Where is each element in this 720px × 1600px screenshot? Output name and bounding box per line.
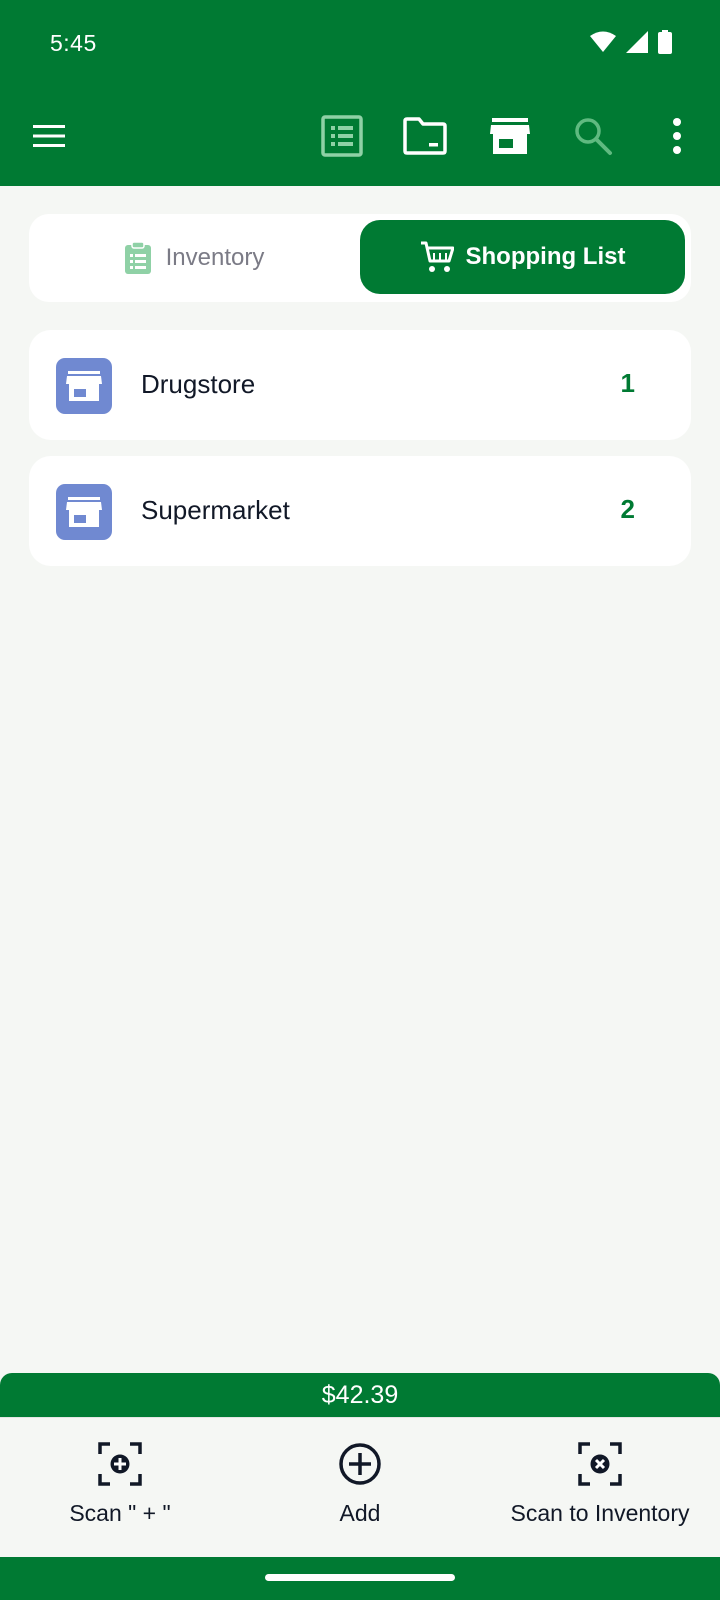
list-item[interactable]: Drugstore 1 — [29, 330, 691, 440]
tab-inventory-label: Inventory — [165, 244, 265, 271]
status-bar: 5:45 — [0, 0, 720, 88]
status-time: 5:45 — [50, 30, 97, 56]
status-icons — [590, 30, 672, 54]
store-icon[interactable] — [484, 110, 536, 162]
menu-icon[interactable] — [23, 110, 75, 162]
store-name: Supermarket — [141, 495, 290, 525]
scan-plus-button[interactable]: Scan " + " — [20, 1418, 220, 1558]
signal-icon — [626, 31, 648, 53]
add-circle-icon — [339, 1443, 381, 1485]
store-item-count: 1 — [620, 368, 635, 398]
store-name: Drugstore — [141, 369, 256, 399]
cart-icon — [420, 241, 454, 272]
scan-to-inventory-label: Scan to Inventory — [510, 1500, 690, 1526]
list-item[interactable]: Supermarket 2 — [29, 456, 691, 566]
tab-inventory[interactable]: Inventory — [29, 214, 359, 302]
tab-switcher: Inventory Shopping List — [29, 214, 691, 302]
scan-add-icon — [98, 1442, 142, 1486]
battery-icon — [658, 30, 672, 54]
store-item-count: 2 — [620, 494, 635, 524]
scan-to-inventory-button[interactable]: Scan to Inventory — [490, 1418, 710, 1558]
store-icon — [56, 358, 112, 414]
app-bar — [0, 88, 720, 186]
store-icon — [56, 484, 112, 540]
folder-icon[interactable] — [399, 110, 451, 162]
add-button[interactable]: Add — [260, 1418, 460, 1558]
clipboard-list-icon — [124, 241, 151, 274]
list-icon[interactable] — [316, 110, 368, 162]
scan-remove-icon — [578, 1442, 622, 1486]
tab-shopping-list[interactable]: Shopping List — [360, 220, 685, 294]
total-price: $42.39 — [0, 1373, 720, 1417]
add-label: Add — [339, 1500, 381, 1526]
home-gesture-handle[interactable] — [265, 1574, 455, 1581]
tab-shopping-label: Shopping List — [465, 243, 626, 270]
wifi-icon — [590, 31, 616, 52]
search-icon[interactable] — [567, 110, 619, 162]
system-nav-bar — [0, 1557, 720, 1600]
scan-plus-label: Scan " + " — [69, 1500, 171, 1526]
bottom-action-bar: Scan " + " Add Scan to Inventory — [0, 1417, 720, 1557]
more-vert-icon[interactable] — [651, 110, 703, 162]
